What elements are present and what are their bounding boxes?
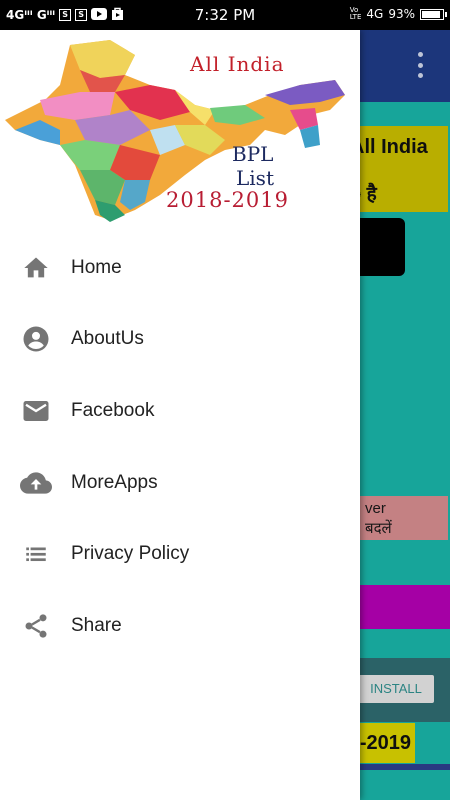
mail-icon xyxy=(20,395,52,427)
volte-icon: Vo LTE xyxy=(349,6,362,21)
cloud-upload-icon xyxy=(20,467,52,499)
drawer-item-facebook[interactable]: Facebook xyxy=(0,375,360,447)
header-year: 2018-2019 xyxy=(166,188,289,212)
drawer-item-label: Share xyxy=(71,614,122,636)
drawer-item-label: Privacy Policy xyxy=(71,543,190,565)
drawer-item-label: Facebook xyxy=(71,399,155,421)
drawer-item-aboutus[interactable]: AboutUs xyxy=(0,304,360,376)
navigation-drawer: All India BPL List 2018-2019 Home AboutU… xyxy=(0,30,360,800)
account-circle-icon xyxy=(20,323,52,355)
drawer-item-share[interactable]: Share xyxy=(0,590,360,662)
status-bar: 4Gᴵᴵᴵ Gᴵᴵᴵ S S 7:32 PM Vo LTE 4G 93% xyxy=(0,0,450,30)
battery-percent: 93% xyxy=(388,7,415,21)
drawer-item-home[interactable]: Home xyxy=(0,232,360,304)
header-bpl: BPL xyxy=(232,142,274,166)
battery-icon xyxy=(420,8,447,20)
share-icon xyxy=(20,610,52,642)
drawer-item-privacy-policy[interactable]: Privacy Policy xyxy=(0,518,360,590)
drawer-item-label: AboutUs xyxy=(71,328,144,350)
list-icon xyxy=(20,538,52,570)
drawer-menu: Home AboutUs Facebook MoreApps Privacy P… xyxy=(0,232,360,662)
drawer-item-label: Home xyxy=(71,256,122,278)
home-icon xyxy=(20,252,52,284)
drawer-item-label: MoreApps xyxy=(71,471,158,493)
drawer-header: All India BPL List 2018-2019 xyxy=(0,30,360,230)
drawer-item-moreapps[interactable]: MoreApps xyxy=(0,447,360,519)
header-title: All India xyxy=(190,52,285,76)
status-right: Vo LTE 4G 93% xyxy=(349,6,447,21)
network-type: 4G xyxy=(366,7,384,21)
header-list: List xyxy=(236,166,274,190)
